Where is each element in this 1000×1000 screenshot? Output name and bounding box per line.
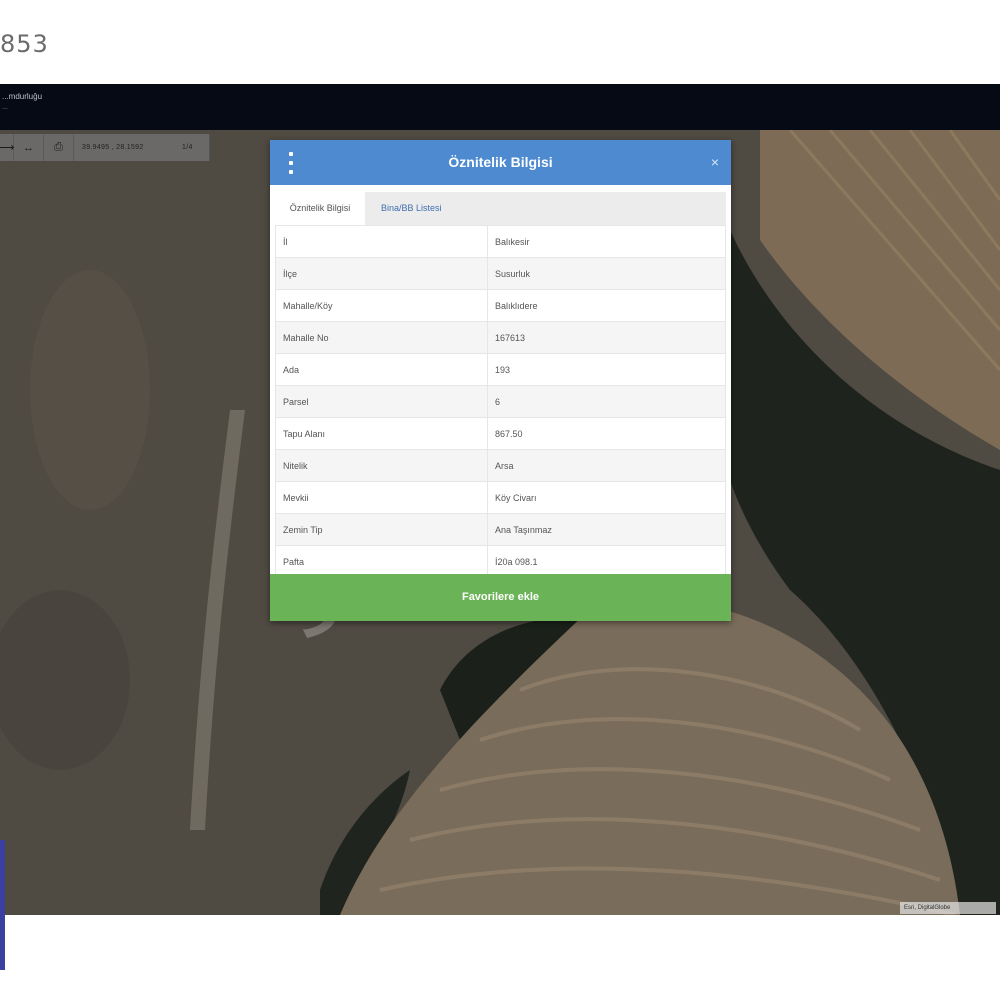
app-title: ...mdurluğu: [2, 92, 43, 101]
listing-number: 853: [0, 30, 49, 58]
dialog-title: Öznitelik Bilgisi: [448, 154, 553, 170]
row-key: Mahalle No: [275, 321, 488, 354]
row-value: 167613: [487, 321, 726, 354]
row-value: Balıklıdere: [487, 289, 726, 322]
arrow-icon[interactable]: ⟶: [0, 134, 14, 161]
table-row: Parsel 6: [275, 385, 726, 418]
row-key: Nitelik: [275, 449, 488, 482]
table-row: Mevkii Köy Civarı: [275, 481, 726, 514]
row-value: Arsa: [487, 449, 726, 482]
dialog-header: Öznitelik Bilgisi ×: [270, 140, 731, 185]
app-header: ...mdurluğu ...: [0, 84, 1000, 130]
table-row: Ada 193: [275, 353, 726, 386]
coordinate-readout: 39.9495 , 28.1592: [82, 144, 144, 151]
tab-building-list[interactable]: Bina/BB Listesi: [371, 192, 452, 225]
app-subtitle: ...: [2, 104, 8, 111]
table-row: Nitelik Arsa: [275, 449, 726, 482]
tab-attribute-info[interactable]: Öznitelik Bilgisi: [275, 192, 365, 225]
row-key: Mahalle/Köy: [275, 289, 488, 322]
row-value: Susurluk: [487, 257, 726, 290]
row-key: Mevkii: [275, 481, 488, 514]
row-value: 193: [487, 353, 726, 386]
row-key: Parsel: [275, 385, 488, 418]
close-icon[interactable]: ×: [711, 152, 719, 172]
row-value: Ana Taşınmaz: [487, 513, 726, 546]
map-attribution: Esri, DigitalGlobe: [900, 902, 996, 914]
measure-icon[interactable]: ↔: [14, 134, 44, 161]
table-row: Mahalle No 167613: [275, 321, 726, 354]
row-value: 867.50: [487, 417, 726, 450]
row-value: Köy Civarı: [487, 481, 726, 514]
table-row: Tapu Alanı 867.50: [275, 417, 726, 450]
row-key: İlçe: [275, 257, 488, 290]
table-row: Zemin Tip Ana Taşınmaz: [275, 513, 726, 546]
side-accent-bar: [0, 840, 5, 970]
row-value: Balıkesir: [487, 225, 726, 258]
row-value: İ20a 098.1: [487, 545, 726, 578]
add-to-favorites-button[interactable]: Favorilere ekle: [270, 574, 731, 621]
row-key: Ada: [275, 353, 488, 386]
attribute-table: İl Balıkesir İlçe Susurluk Mahalle/Köy Balı…: [275, 225, 726, 578]
attribute-info-dialog: Öznitelik Bilgisi × Öznitelik Bilgisi Bi…: [270, 140, 731, 621]
row-key: Tapu Alanı: [275, 417, 488, 450]
dialog-tabs: Öznitelik Bilgisi Bina/BB Listesi: [275, 192, 726, 225]
page: 853 ...mdurluğu ... ⟶ ↔ ⎙ 39.9495 , 28.1…: [0, 0, 1000, 1000]
row-value: 6: [487, 385, 726, 418]
map-toolbar: ⟶ ↔ ⎙ 39.9495 , 28.1592 1/4: [0, 134, 210, 161]
table-row: Pafta İ20a 098.1: [275, 545, 726, 578]
table-row: Mahalle/Köy Balıklıdere: [275, 289, 726, 322]
table-row: İlçe Susurluk: [275, 257, 726, 290]
print-icon[interactable]: ⎙: [44, 134, 74, 161]
row-key: Pafta: [275, 545, 488, 578]
row-key: İl: [275, 225, 488, 258]
scale-readout: 1/4: [182, 144, 193, 151]
table-row: İl Balıkesir: [275, 225, 726, 258]
row-key: Zemin Tip: [275, 513, 488, 546]
